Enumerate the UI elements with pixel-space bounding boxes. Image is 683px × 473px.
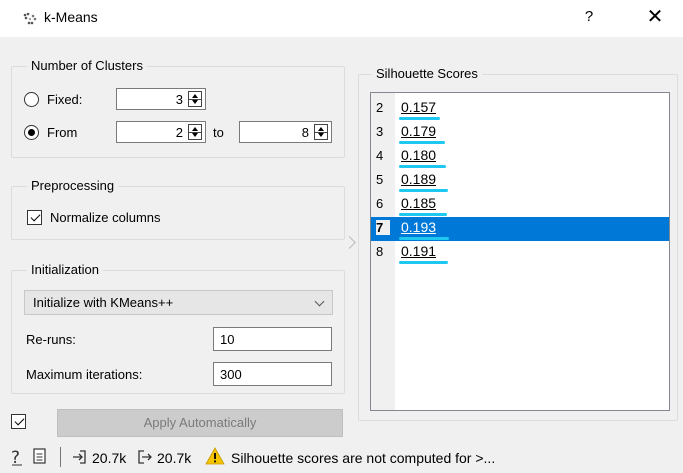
silhouette-title: Silhouette Scores bbox=[372, 66, 482, 81]
from-label: From bbox=[47, 125, 78, 140]
row-score: 0.193 bbox=[401, 219, 437, 235]
apply-button[interactable]: Apply Automatically bbox=[57, 409, 343, 437]
silhouette-row[interactable]: 2 0.157 bbox=[371, 97, 669, 121]
help-button[interactable]: ? bbox=[582, 8, 596, 26]
spin-arrows-icon[interactable] bbox=[188, 91, 202, 107]
score-bar bbox=[399, 165, 446, 168]
preprocessing-group-title: Preprocessing bbox=[27, 178, 119, 193]
score-bar bbox=[399, 237, 449, 240]
fixed-value: 3 bbox=[175, 92, 183, 107]
fixed-label: Fixed: bbox=[47, 92, 83, 107]
clusters-group bbox=[11, 66, 345, 158]
close-button[interactable]: ✕ bbox=[640, 4, 670, 30]
silhouette-row[interactable]: 3 0.179 bbox=[371, 121, 669, 145]
init-method-value: Initialize with KMeans++ bbox=[33, 295, 174, 310]
input-count: 20.7k bbox=[92, 450, 127, 466]
row-cluster-count: 8 bbox=[376, 244, 384, 259]
window-title: k-Means bbox=[44, 9, 98, 25]
help-icon[interactable]: ? bbox=[8, 447, 26, 467]
score-bar bbox=[399, 117, 440, 120]
spin-arrows-icon[interactable] bbox=[314, 124, 328, 140]
score-bar bbox=[399, 189, 448, 192]
row-cluster-count: 6 bbox=[376, 196, 384, 211]
silhouette-list[interactable]: 2 0.157 3 0.179 4 0.180 5 0.189 6 0.185 7 0.193 8 0.1… bbox=[370, 92, 670, 411]
reruns-label: Re-runs: bbox=[26, 332, 76, 347]
silhouette-row[interactable]: 8 0.191 bbox=[371, 241, 669, 265]
row-cluster-count: 7 bbox=[376, 220, 390, 235]
fixed-radio[interactable] bbox=[24, 92, 39, 107]
max-iterations-label: Maximum iterations: bbox=[26, 367, 143, 382]
score-bar bbox=[399, 141, 445, 144]
to-spinbox[interactable]: 8 bbox=[239, 121, 332, 143]
fixed-spinbox[interactable]: 3 bbox=[116, 88, 206, 110]
row-cluster-count: 5 bbox=[376, 172, 384, 187]
auto-apply-checkbox[interactable] bbox=[11, 414, 26, 429]
status-divider bbox=[60, 447, 61, 467]
initialization-group-title: Initialization bbox=[27, 262, 103, 277]
from-spinbox[interactable]: 2 bbox=[116, 121, 206, 143]
output-count: 20.7k bbox=[157, 450, 192, 466]
status-bar: ? 20.7k 20.7k Silhouette scores are not … bbox=[0, 441, 683, 473]
reruns-input[interactable]: 10 bbox=[213, 327, 332, 351]
silhouette-row[interactable]: 5 0.189 bbox=[371, 169, 669, 193]
warning-message: Silhouette scores are not computed for >… bbox=[231, 450, 496, 466]
row-score: 0.189 bbox=[401, 171, 437, 187]
to-label: to bbox=[213, 125, 224, 140]
row-score: 0.185 bbox=[401, 195, 437, 211]
score-bar bbox=[399, 261, 448, 264]
input-icon bbox=[73, 450, 86, 464]
clusters-group-title: Number of Clusters bbox=[27, 58, 147, 73]
init-method-select[interactable]: Initialize with KMeans++ bbox=[24, 290, 333, 315]
chevron-down-icon bbox=[314, 296, 325, 307]
spin-arrows-icon[interactable] bbox=[188, 124, 202, 140]
row-score: 0.180 bbox=[401, 147, 437, 163]
silhouette-row[interactable]: 4 0.180 bbox=[371, 145, 669, 169]
output-icon bbox=[138, 450, 152, 464]
row-score: 0.179 bbox=[401, 123, 437, 139]
svg-text:?: ? bbox=[11, 448, 20, 467]
from-radio[interactable] bbox=[24, 125, 39, 140]
from-value: 2 bbox=[175, 125, 183, 140]
silhouette-row[interactable]: 6 0.185 bbox=[371, 193, 669, 217]
normalize-label: Normalize columns bbox=[50, 210, 161, 225]
normalize-checkbox[interactable] bbox=[27, 210, 42, 225]
max-iterations-input[interactable]: 300 bbox=[213, 362, 332, 386]
app-icon bbox=[23, 12, 37, 25]
report-icon[interactable] bbox=[33, 448, 47, 465]
warning-icon bbox=[205, 447, 225, 465]
score-bar bbox=[399, 213, 447, 216]
title-bar: k-Means ? ✕ bbox=[0, 0, 683, 37]
row-cluster-count: 2 bbox=[376, 100, 384, 115]
row-cluster-count: 4 bbox=[376, 148, 384, 163]
row-score: 0.157 bbox=[401, 99, 437, 115]
to-value: 8 bbox=[301, 125, 309, 140]
row-cluster-count: 3 bbox=[376, 124, 384, 139]
silhouette-row[interactable]: 7 0.193 bbox=[371, 217, 669, 241]
row-score: 0.191 bbox=[401, 243, 437, 259]
